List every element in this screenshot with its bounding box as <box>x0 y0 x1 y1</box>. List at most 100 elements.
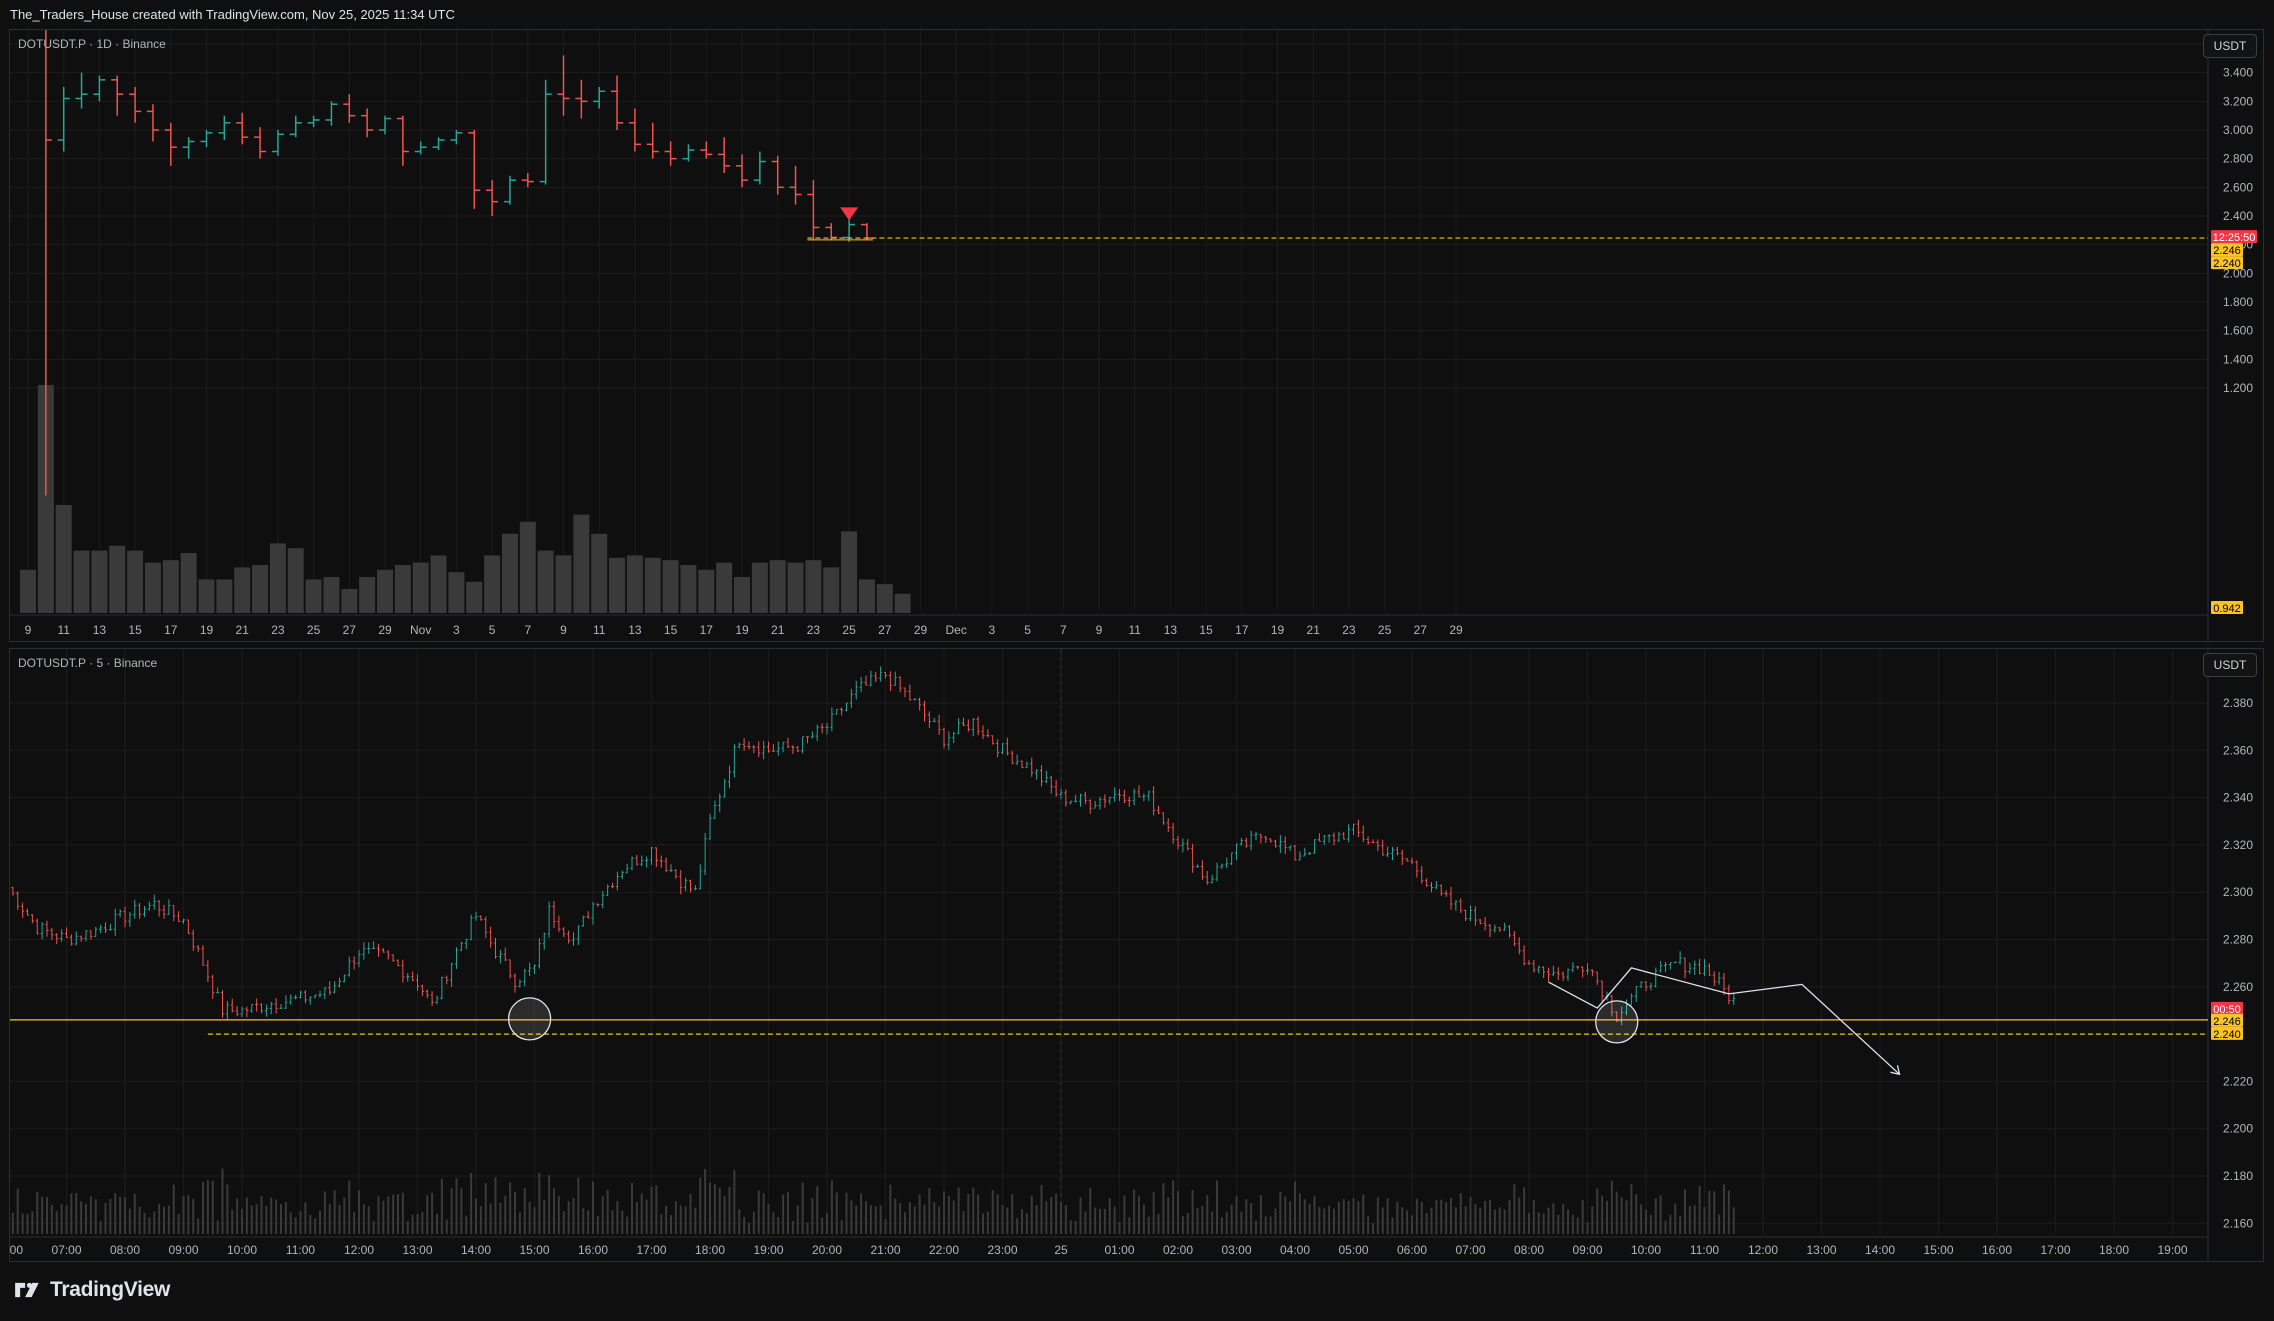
intraday-volume-bar <box>202 1181 204 1234</box>
intraday-ohlc-bar <box>796 745 800 753</box>
daily-x-tick: 7 <box>1060 623 1067 637</box>
intraday-volume-bar <box>1264 1216 1267 1234</box>
intraday-volume-bar <box>1698 1186 1701 1234</box>
tradingview-logo[interactable]: TradingView <box>12 1278 170 1302</box>
daily-volume-bar <box>377 569 393 613</box>
intraday-volume-bar <box>387 1196 390 1234</box>
daily-x-tick: 23 <box>807 623 821 637</box>
daily-ohlc-bar <box>325 101 338 126</box>
daily-y-tick: 2.400 <box>2223 209 2253 223</box>
intraday-volume-bar <box>1635 1194 1638 1234</box>
daily-ohlc-bar <box>789 165 802 205</box>
intraday-volume-bar <box>1035 1205 1038 1234</box>
intraday-volume-bar <box>533 1207 536 1234</box>
intraday-ohlc-bar <box>391 954 395 962</box>
intraday-ohlc-bar <box>1074 794 1078 803</box>
intraday-volume-bar <box>1079 1197 1082 1234</box>
intraday-ohlc-bar <box>533 964 536 975</box>
intraday-ohlc-bar <box>289 994 293 1005</box>
intraday-volume-bar <box>1411 1215 1413 1234</box>
intraday-ohlc-bar <box>1576 965 1580 970</box>
intraday-volume-bar <box>592 1181 594 1234</box>
daily-ohlc-bar <box>129 87 142 123</box>
intraday-volume-bar <box>1498 1207 1501 1234</box>
intraday-volume-bar <box>811 1198 814 1234</box>
daily-volume-bar <box>573 514 590 613</box>
intraday-ohlc-bar <box>1561 971 1565 981</box>
intraday-volume-bar <box>801 1182 804 1234</box>
intraday-volume-bar <box>1001 1204 1004 1234</box>
intraday-ohlc-bar <box>1308 851 1312 855</box>
intraday-ohlc-bar <box>1288 845 1292 852</box>
intraday-x-tick: 25 <box>1054 1243 1068 1257</box>
intraday-ohlc-bar <box>1191 843 1195 873</box>
intraday-volume-bar <box>1313 1195 1316 1234</box>
intraday-volume-bar <box>1128 1217 1131 1234</box>
intraday-ohlc-bar <box>1122 789 1126 804</box>
intraday-volume-bar <box>192 1198 195 1234</box>
intraday-volume-bar <box>1479 1207 1482 1234</box>
intraday-ohlc-bar <box>635 854 639 866</box>
intraday-volume-bar <box>899 1203 902 1234</box>
daily-volume-bar <box>501 533 518 613</box>
intraday-volume-bar <box>319 1210 321 1234</box>
daily-chart-pane[interactable]: 9 11 13 15 17 19 21 23 25 27 29 Nov 3 5 7 9 11 13 15 17 19 21… <box>9 29 2264 642</box>
intraday-volume-bar <box>918 1194 921 1234</box>
intraday-chart-pane[interactable]: 06:00 07:00 08:00 09:00 10:00 11:00 12:00 13:00… <box>9 648 2264 1262</box>
intraday-volume-bar <box>289 1212 292 1234</box>
intraday-ohlc-bar <box>713 800 717 819</box>
intraday-volume-bar <box>1693 1205 1696 1234</box>
intraday-volume-bar <box>1069 1220 1072 1234</box>
intraday-volume-bar <box>626 1216 629 1234</box>
intraday-volume-bar <box>1420 1201 1423 1234</box>
daily-currency-button[interactable]: USDT <box>2203 34 2257 58</box>
intraday-ohlc-bar <box>1488 923 1492 938</box>
daily-x-tick: 15 <box>1199 623 1213 637</box>
intraday-volume-bar <box>743 1216 746 1234</box>
intraday-volume-bar <box>489 1203 492 1234</box>
intraday-ohlc-bar <box>1342 832 1346 840</box>
intraday-ohlc-bar <box>250 1003 254 1013</box>
intraday-volume-bar <box>1464 1206 1467 1234</box>
intraday-ohlc-bar <box>235 1006 239 1017</box>
intraday-volume-bar <box>845 1192 848 1234</box>
daily-x-tick: 9 <box>25 623 32 637</box>
intraday-volume-bar <box>455 1178 458 1234</box>
intraday-volume-bar <box>177 1213 180 1234</box>
intraday-x-tick: 03:00 <box>1221 1243 1251 1257</box>
intraday-chart-canvas[interactable]: 06:00 07:00 08:00 09:00 10:00 11:00 12:00 13:00… <box>10 649 2263 1261</box>
intraday-ohlc-bar <box>1581 966 1585 978</box>
intraday-ohlc-bar <box>274 998 278 1014</box>
intraday-x-tick: 14:00 <box>1865 1243 1895 1257</box>
intraday-volume-bar <box>1074 1220 1077 1234</box>
intraday-ohlc-bar <box>445 975 449 985</box>
intraday-volume-bar <box>1284 1196 1287 1234</box>
intraday-x-tick: 18:00 <box>695 1243 725 1257</box>
intraday-ohlc-bar <box>786 737 790 749</box>
daily-ohlc-bar <box>57 87 70 152</box>
intraday-volume-bar <box>26 1213 29 1234</box>
daily-x-tick: 19 <box>1271 623 1285 637</box>
tradingview-logo-icon <box>15 1282 39 1298</box>
intraday-ohlc-bar <box>1269 838 1273 843</box>
intraday-ohlc-bar <box>752 745 756 754</box>
intraday-volume-bar <box>991 1190 994 1234</box>
intraday-ohlc-bar <box>898 676 902 693</box>
intraday-volume-bar <box>1308 1203 1311 1234</box>
daily-volume-bar <box>841 531 858 613</box>
intraday-volume-bar <box>972 1187 975 1234</box>
intraday-ohlc-bar <box>294 994 298 1000</box>
intraday-volume-bar <box>1415 1198 1418 1234</box>
intraday-ohlc-bar <box>401 959 405 983</box>
daily-volume-bar <box>73 550 90 613</box>
intraday-ohlc-bar <box>65 927 68 939</box>
intraday-ohlc-bar <box>269 1001 273 1015</box>
intraday-volume-bar <box>947 1195 950 1234</box>
intraday-volume-bar <box>328 1204 331 1234</box>
intraday-ohlc-bar <box>284 995 288 1010</box>
daily-chart-canvas[interactable]: 9 11 13 15 17 19 21 23 25 27 29 Nov 3 5 7 9 11 13 15 17 19 21… <box>10 30 2263 641</box>
intraday-ohlc-bar <box>489 926 493 948</box>
daily-volume-bar <box>109 545 126 613</box>
intraday-volume-bar <box>523 1188 526 1234</box>
intraday-currency-button[interactable]: USDT <box>2203 653 2257 677</box>
